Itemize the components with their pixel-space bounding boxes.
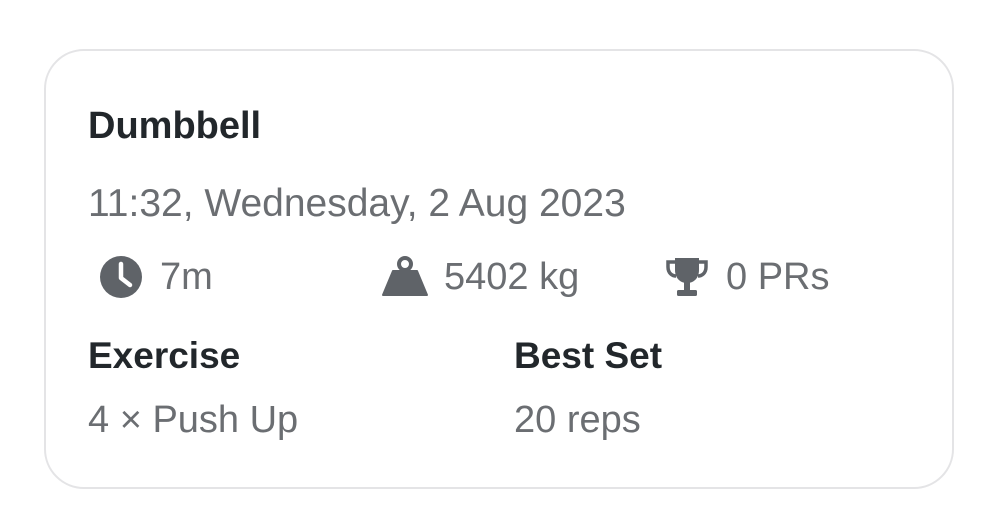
- exercise-value: 4 × Push Up: [88, 399, 299, 441]
- workout-datetime: 11:32, Wednesday, 2 Aug 2023: [88, 182, 626, 225]
- exercise-column-header: Exercise: [88, 335, 241, 376]
- volume-stat: 5402 kg: [380, 251, 579, 303]
- clock-icon: [96, 252, 146, 302]
- workout-card[interactable]: Dumbbell 11:32, Wednesday, 2 Aug 2023 7m…: [44, 49, 954, 489]
- volume-value: 5402 kg: [444, 255, 580, 298]
- duration-stat: 7m: [96, 251, 213, 303]
- prs-stat: 0 PRs: [662, 251, 829, 303]
- best-set-column-header: Best Set: [514, 335, 663, 376]
- workout-stats: 7m 5402 kg 0 PRs: [88, 251, 908, 303]
- workout-title: Dumbbell: [88, 105, 262, 147]
- prs-value: 0 PRs: [726, 255, 830, 298]
- duration-value: 7m: [160, 255, 213, 298]
- weight-icon: [380, 252, 430, 302]
- best-set-value: 20 reps: [514, 399, 641, 441]
- trophy-icon: [662, 252, 712, 302]
